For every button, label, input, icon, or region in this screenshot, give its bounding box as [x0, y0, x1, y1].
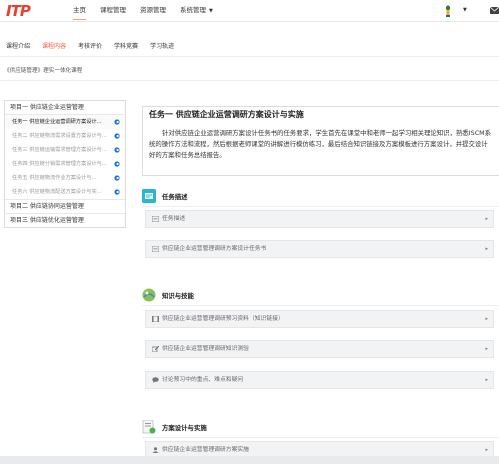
- chevron-right-icon: ▸: [485, 377, 488, 383]
- list-icon: [152, 246, 159, 252]
- toggle-icon: [114, 119, 120, 125]
- task-label: 任务六 供应链物流配送方案设计与实...: [12, 189, 102, 195]
- sidebar-task-2[interactable]: 任务二 供应链物流需求设置方案设计与...: [5, 129, 125, 143]
- item-label: 供应链企业运营管理调研预习资料（知识链接）: [162, 315, 284, 322]
- divider: [0, 56, 499, 57]
- sidebar-task-5[interactable]: 任务五 供应链物流作业方案设计与...: [5, 171, 125, 185]
- design-implement-icon: [142, 420, 156, 434]
- chevron-down-icon: ▼: [209, 8, 213, 14]
- nav-system-label: 系统管理: [180, 6, 206, 14]
- nav-system-management[interactable]: 系统管理 ▼: [173, 0, 220, 22]
- main-nav: 主页 课程管理 资源管理 系统管理 ▼: [66, 0, 220, 22]
- item-discussion[interactable]: 讨论预习中的重点、难点和疑问 ▸: [145, 371, 494, 389]
- section-design-implement: 方案设计与实施: [142, 419, 207, 435]
- sidebar-task-3[interactable]: 任务三 供应链运输需求管理方案设计与...: [5, 143, 125, 157]
- logo-text: ITP: [6, 2, 31, 20]
- tab-assessment[interactable]: 考核评价: [78, 40, 102, 54]
- task-description-icon: [142, 189, 156, 203]
- user-icon: [152, 447, 159, 453]
- section-task-description: 任务描述: [142, 188, 188, 204]
- item-task-brief[interactable]: 供应链企业运营管理调研方案设计任务书 ▸: [145, 240, 494, 258]
- section-title: 任务描述: [162, 192, 188, 201]
- nav-course-label: 课程管理: [100, 6, 126, 14]
- user-avatar-icon[interactable]: [445, 5, 451, 17]
- item-label: 任务描述: [162, 215, 186, 222]
- toggle-icon: [114, 147, 120, 153]
- item-knowledge-quiz[interactable]: 供应链企业运营管理调研知识测验 ▸: [145, 340, 494, 358]
- task-intro-text: 针对供应链企业运营调研方案设计任务书的任务要求，学生首先在课堂中和老师一起学习相…: [142, 122, 499, 176]
- task-label: 任务四 供应链分销需求管理方案设计与...: [12, 161, 107, 167]
- item-label: 供应链企业运营管理调研方案设计任务书: [162, 245, 267, 252]
- sidebar-task-6[interactable]: 任务六 供应链物流配送方案设计与实...: [5, 185, 125, 199]
- tab-course-intro[interactable]: 课程介绍: [6, 40, 30, 54]
- task-label: 任务五 供应链物流作业方案设计与...: [12, 175, 97, 181]
- task-label: 任务一 供应链企业运营调研方案设计...: [12, 119, 102, 125]
- item-label: 讨论预习中的重点、难点和疑问: [162, 376, 244, 383]
- sidebar-task-4[interactable]: 任务四 供应链分销需求管理方案设计与...: [5, 157, 125, 171]
- nav-course-management[interactable]: 课程管理: [93, 0, 133, 22]
- section-knowledge-skills: 知识与技能: [142, 287, 194, 303]
- top-navbar: ITP 主页 课程管理 资源管理 系统管理 ▼ ▼: [0, 0, 499, 22]
- mail-icon[interactable]: [490, 7, 499, 14]
- divider: [142, 206, 499, 207]
- chevron-right-icon: ▸: [485, 246, 488, 252]
- horizontal-scrollbar[interactable]: [0, 456, 499, 464]
- nav-resource-label: 资源管理: [140, 6, 166, 14]
- divider: [0, 80, 499, 81]
- section-title: 方案设计与实施: [162, 423, 207, 432]
- tab-course-content[interactable]: 课程内容: [42, 40, 66, 54]
- sidebar-project-3[interactable]: 项目三 供应链优化运营管理: [5, 213, 125, 227]
- chevron-right-icon: ▸: [485, 316, 488, 322]
- toggle-icon: [114, 133, 120, 139]
- toggle-icon: [114, 189, 120, 195]
- chevron-right-icon: ▸: [485, 216, 488, 222]
- item-task-description[interactable]: 任务描述 ▸: [145, 210, 494, 228]
- tab-competition[interactable]: 学科竞赛: [114, 40, 138, 54]
- sidebar-task-1[interactable]: 任务一 供应链企业运营调研方案设计...: [5, 115, 125, 129]
- comment-icon: [152, 377, 159, 383]
- itp-logo[interactable]: ITP: [6, 2, 31, 20]
- task-label: 任务三 供应链运输需求管理方案设计与...: [12, 147, 107, 153]
- item-label: 供应链企业运营管理调研知识测验: [162, 345, 249, 352]
- list-icon: [152, 216, 159, 222]
- task-label: 任务二 供应链物流需求设置方案设计与...: [12, 133, 107, 139]
- divider: [142, 305, 499, 306]
- section-title: 知识与技能: [162, 291, 194, 300]
- sidebar-project-2[interactable]: 项目二 供应链协同运营管理: [5, 199, 125, 213]
- user-menu-chevron-icon[interactable]: ▼: [463, 7, 467, 13]
- toggle-icon: [114, 175, 120, 181]
- tab-learning-track[interactable]: 学习轨迹: [150, 40, 174, 54]
- course-subtabs: 课程介绍 课程内容 考核评价 学科竞赛 学习轨迹: [0, 40, 186, 54]
- nav-resource-management[interactable]: 资源管理: [133, 0, 173, 22]
- chevron-right-icon: ▸: [485, 346, 488, 352]
- nav-home-label: 主页: [73, 6, 86, 14]
- item-preview-materials[interactable]: 供应链企业运营管理调研预习资料（知识链接） ▸: [145, 310, 494, 328]
- film-icon: [152, 316, 159, 322]
- nav-home[interactable]: 主页: [66, 0, 93, 22]
- knowledge-skills-icon: [142, 288, 156, 302]
- project-sidebar: 项目一 供应链企业运营管理 任务一 供应链企业运营调研方案设计... 任务二 供…: [4, 100, 126, 228]
- edit-icon: [152, 346, 159, 352]
- sidebar-project-1[interactable]: 项目一 供应链企业运营管理: [5, 101, 125, 115]
- page-title: 任务一 供应链企业运营调研方案设计与实施: [142, 106, 499, 122]
- breadcrumb: 《供应链管理》理实一体化课程: [4, 68, 83, 74]
- toggle-icon: [114, 161, 120, 167]
- divider: [142, 437, 499, 438]
